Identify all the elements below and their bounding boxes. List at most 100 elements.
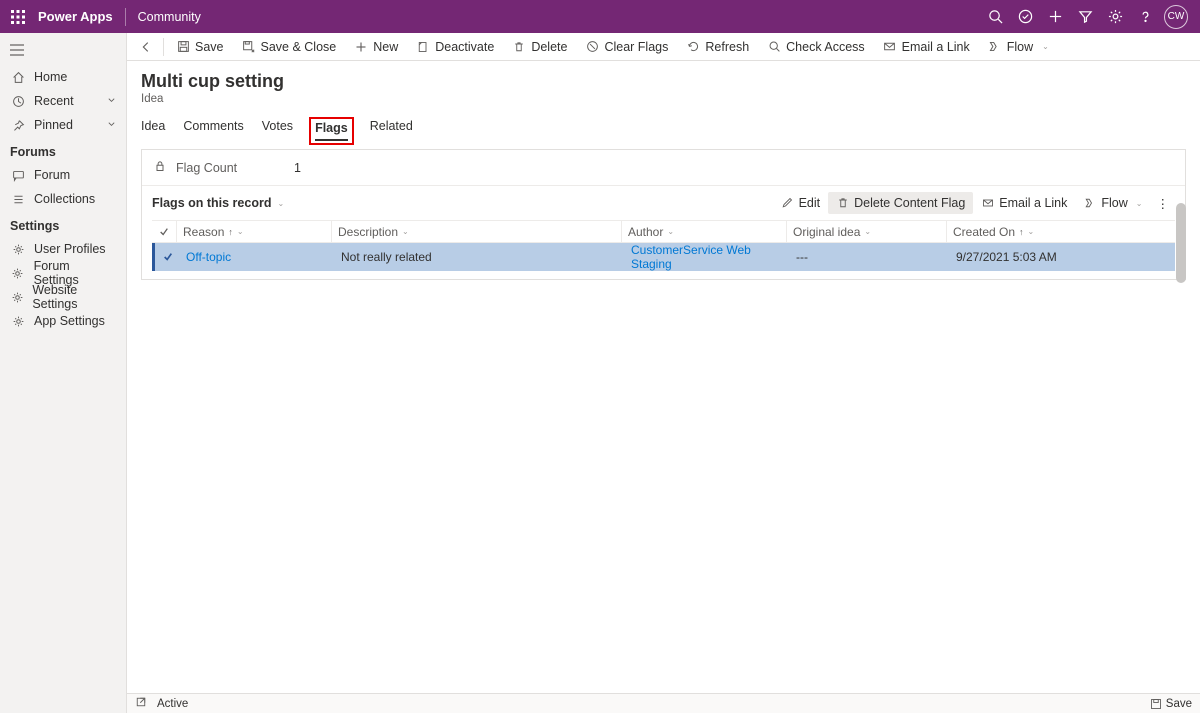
app-area[interactable]: Community: [138, 10, 201, 24]
cell-original-idea: ---: [796, 250, 808, 264]
app-name: Power Apps: [38, 9, 113, 24]
tab-flags[interactable]: Flags: [315, 121, 348, 141]
chevron-down-icon: ⌄: [1136, 199, 1143, 208]
flags-section: Flag Count 1 Flags on this record ⌄ Edit…: [141, 149, 1186, 280]
nav-section-settings: Settings: [0, 211, 126, 237]
footer-save-label: Save: [1166, 698, 1192, 710]
cell-author[interactable]: CustomerService Web Staging: [631, 243, 784, 271]
email-icon: [981, 197, 994, 210]
subgrid-edit-button[interactable]: Edit: [773, 192, 829, 214]
sort-asc-icon: ↑: [1019, 227, 1024, 237]
col-label: Original idea: [793, 225, 860, 239]
scrollbar-thumb[interactable]: [1176, 203, 1186, 283]
cell-description: Not really related: [341, 250, 432, 264]
tab-label: Idea: [141, 119, 165, 133]
col-select-all[interactable]: [152, 221, 177, 242]
nav-label: App Settings: [34, 314, 105, 328]
col-description[interactable]: Description ⌄: [332, 221, 622, 242]
cmd-delete[interactable]: Delete: [504, 33, 575, 60]
chevron-down-icon: ⌄: [667, 227, 674, 236]
chat-icon: [10, 167, 26, 183]
nav-collections[interactable]: Collections: [0, 187, 126, 211]
footer-save-button[interactable]: Save: [1150, 698, 1192, 710]
cmd-label: New: [373, 40, 398, 54]
vertical-scrollbar[interactable]: [1176, 203, 1186, 665]
cmd-label: Delete: [531, 40, 567, 54]
col-original-idea[interactable]: Original idea ⌄: [787, 221, 947, 242]
nav-label: Forum: [34, 168, 70, 182]
chevron-down-icon: ⌄: [1028, 227, 1035, 236]
main-region: Save Save & Close New Deactivate Delete …: [127, 33, 1200, 713]
chevron-down-icon: ⌄: [237, 227, 244, 236]
app-launcher-icon[interactable]: [8, 7, 28, 27]
more-commands-button[interactable]: ⋮: [1151, 196, 1176, 211]
cmd-flow[interactable]: Flow⌄: [980, 33, 1057, 60]
home-icon: [10, 69, 26, 85]
cmd-email-link[interactable]: Email a Link: [875, 33, 978, 60]
nav-user-profiles[interactable]: User Profiles: [0, 237, 126, 261]
col-created-on[interactable]: Created On↑⌄: [947, 221, 1175, 242]
subgrid-email-link-button[interactable]: Email a Link: [973, 192, 1075, 214]
subgrid-flow-button[interactable]: Flow⌄: [1075, 192, 1150, 214]
nav-label: Collections: [34, 192, 95, 206]
plus-icon: [354, 40, 368, 54]
row-checkbox[interactable]: [155, 243, 180, 271]
side-nav: Home Recent Pinned Forums Forum Collecti…: [0, 33, 127, 713]
grid-row[interactable]: Off-topic Not really related CustomerSer…: [152, 243, 1175, 271]
nav-collapse-button[interactable]: [0, 38, 126, 65]
avatar[interactable]: CW: [1164, 5, 1188, 29]
btn-label: Email a Link: [999, 196, 1067, 210]
nav-forum[interactable]: Forum: [0, 163, 126, 187]
gear-icon: [10, 265, 26, 281]
cmd-refresh[interactable]: Refresh: [678, 33, 757, 60]
cmd-save[interactable]: Save: [168, 33, 232, 60]
col-label: Description: [338, 225, 398, 239]
settings-icon[interactable]: [1100, 2, 1130, 32]
task-icon[interactable]: [1010, 2, 1040, 32]
subgrid-delete-content-flag-button[interactable]: Delete Content Flag: [828, 192, 973, 214]
tab-label: Flags: [315, 121, 348, 135]
cell-reason[interactable]: Off-topic: [186, 250, 231, 264]
chevron-down-icon: ⌄: [402, 227, 409, 236]
chevron-down-icon: ⌄: [1042, 42, 1049, 51]
nav-forum-settings[interactable]: Forum Settings: [0, 261, 126, 285]
cmd-clear-flags[interactable]: Clear Flags: [577, 33, 676, 60]
gear-icon: [10, 289, 24, 305]
tab-votes[interactable]: Votes: [262, 119, 293, 143]
tab-idea[interactable]: Idea: [141, 119, 165, 143]
cmd-check-access[interactable]: Check Access: [759, 33, 873, 60]
tab-related[interactable]: Related: [370, 119, 413, 143]
help-icon[interactable]: [1130, 2, 1160, 32]
filter-icon[interactable]: [1070, 2, 1100, 32]
tab-label: Related: [370, 119, 413, 133]
cmd-deactivate[interactable]: Deactivate: [408, 33, 502, 60]
cmd-save-close[interactable]: Save & Close: [234, 33, 345, 60]
btn-label: Edit: [799, 196, 821, 210]
cmd-label: Refresh: [705, 40, 749, 54]
nav-home[interactable]: Home: [0, 65, 126, 89]
edit-icon: [781, 197, 794, 210]
sort-asc-icon: ↑: [228, 227, 233, 237]
nav-website-settings[interactable]: Website Settings: [0, 285, 126, 309]
nav-recent[interactable]: Recent: [0, 89, 126, 113]
back-button[interactable]: [133, 40, 159, 54]
chevron-down-icon: ⌄: [864, 227, 871, 236]
gear-icon: [10, 241, 26, 257]
subgrid-title[interactable]: Flags on this record: [152, 196, 271, 210]
nav-app-settings[interactable]: App Settings: [0, 309, 126, 333]
open-in-new-icon[interactable]: [135, 696, 147, 711]
chevron-down-icon[interactable]: ⌄: [277, 199, 284, 208]
tab-label: Votes: [262, 119, 293, 133]
flow-icon: [988, 40, 1002, 54]
col-reason[interactable]: Reason↑⌄: [177, 221, 332, 242]
trash-icon: [512, 40, 526, 54]
search-icon[interactable]: [980, 2, 1010, 32]
refresh-icon: [686, 40, 700, 54]
col-author[interactable]: Author⌄: [622, 221, 787, 242]
nav-pinned[interactable]: Pinned: [0, 113, 126, 137]
deactivate-icon: [416, 40, 430, 54]
nav-label: Website Settings: [32, 283, 116, 311]
tab-comments[interactable]: Comments: [183, 119, 243, 143]
add-icon[interactable]: [1040, 2, 1070, 32]
cmd-new[interactable]: New: [346, 33, 406, 60]
